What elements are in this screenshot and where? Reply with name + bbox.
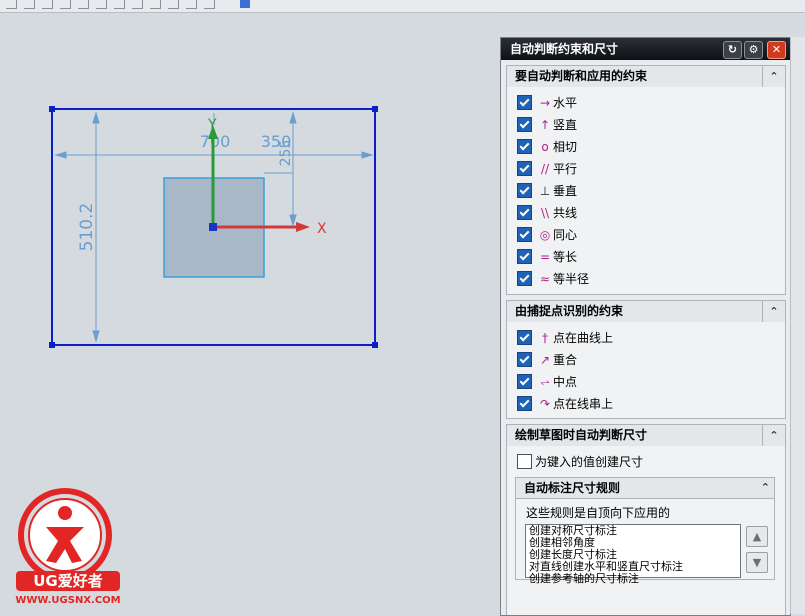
equal-radius-icon: ≈ [539, 272, 551, 286]
auto-dimension-rules-group: 自动标注尺寸规则 ⌃ 这些规则是自顶向下应用的 创建对称尺寸标注 创建相邻角度 … [515, 477, 775, 585]
chevron-up-icon[interactable]: ⌃ [762, 425, 785, 446]
toolbar [0, 0, 805, 13]
point-on-curve-icon: † [542, 331, 548, 345]
toolbar-icon[interactable] [6, 0, 17, 9]
checkbox[interactable] [517, 249, 532, 264]
point-on-string-icon: ↷ [539, 397, 551, 411]
checkbox[interactable] [517, 330, 532, 345]
toolbar-icon[interactable] [78, 0, 89, 9]
midpoint-icon: ⥋ [540, 375, 550, 389]
toolbar-icon[interactable] [204, 0, 215, 9]
checkbox[interactable] [517, 374, 532, 389]
ug-logo: UG爱好者 WWW.UGSNX.COM [15, 488, 121, 606]
origin-point [209, 223, 217, 231]
toolbar-icon[interactable] [132, 0, 143, 9]
section-title: 由捕捉点识别的约束 [515, 304, 624, 318]
reset-icon[interactable]: ↻ [723, 41, 742, 59]
section-title: 要自动判断和应用的约束 [515, 69, 648, 83]
checkbox[interactable] [517, 205, 532, 220]
rules-title: 自动标注尺寸规则 [524, 481, 621, 495]
toolbar-icon[interactable] [168, 0, 179, 9]
y-axis-label: Y [207, 117, 217, 133]
perpendicular-icon: ⊥ [539, 184, 551, 198]
chevron-up-icon[interactable]: ⌃ [762, 66, 785, 87]
toolbar-icon[interactable] [24, 0, 35, 9]
tangent-icon: о [541, 140, 549, 154]
equal-length-icon: = [539, 250, 551, 264]
right-edge-strip [790, 37, 805, 614]
dialog-title-bar[interactable]: 自动判断约束和尺寸 ↻ ⚙ ✕ [501, 38, 790, 60]
chevron-up-icon[interactable]: ⌃ [762, 301, 785, 322]
logo-url-text: WWW.UGSNX.COM [15, 595, 120, 606]
section-title: 绘制草图时自动判断尺寸 [515, 428, 648, 442]
checkbox[interactable] [517, 117, 532, 132]
rules-listbox[interactable]: 创建对称尺寸标注 创建相邻角度 创建长度尺寸标注 对直线创建水平和竖直尺寸标注 … [525, 524, 741, 585]
move-down-button[interactable]: ▼ [746, 552, 768, 573]
checkbox[interactable] [517, 139, 532, 154]
logo-brand-text: UG爱好者 [33, 572, 103, 590]
toolbar-icon[interactable] [114, 0, 125, 9]
vertical-icon: ↑ [539, 118, 551, 132]
dim-vertical-label: 255 [278, 140, 294, 167]
auto-constraints-dialog: 自动判断约束和尺寸 ↻ ⚙ ✕ 要自动判断和应用的约束 ⌃ → 水平 ↑ 竖直 о相… [500, 37, 791, 616]
x-axis-label: X [317, 221, 327, 237]
coincident-icon: ↗ [539, 353, 551, 367]
move-up-button[interactable]: ▲ [746, 526, 768, 547]
parallel-icon: // [540, 162, 550, 176]
list-item[interactable]: 创建参考轴的尺寸标注 [526, 573, 740, 585]
toolbar-icon[interactable] [186, 0, 197, 9]
dim-height-label: 510.2 [77, 203, 97, 252]
section-header-inferred-constraints[interactable]: 要自动判断和应用的约束 ⌃ [506, 65, 786, 88]
section-header-auto-dimensions[interactable]: 绘制草图时自动判断尺寸 ⌃ [506, 424, 786, 447]
section-header-snap-constraints[interactable]: 由捕捉点识别的约束 ⌃ [506, 300, 786, 323]
collinear-icon: \\ [540, 206, 550, 220]
checkbox[interactable] [517, 454, 532, 469]
checkbox[interactable] [517, 183, 532, 198]
toolbar-icon[interactable] [96, 0, 107, 9]
close-icon[interactable]: ✕ [767, 41, 786, 59]
rules-note: 这些规则是自顶向下应用的 [526, 506, 671, 520]
toolbar-icon[interactable] [42, 0, 53, 9]
checkbox[interactable] [517, 396, 532, 411]
horizontal-icon: → [539, 96, 551, 110]
gear-icon[interactable]: ⚙ [744, 41, 763, 59]
section-body-snap-constraints: † 点在曲线上 ↗ 重合 ⥋ 中点 ↷ 点在线串上 [506, 322, 786, 419]
rules-header[interactable]: 自动标注尺寸规则 ⌃ [516, 478, 774, 499]
checkbox[interactable] [517, 161, 532, 176]
toolbar-icon[interactable] [150, 0, 161, 9]
concentric-icon: ◎ [539, 228, 551, 242]
chevron-up-icon[interactable]: ⌃ [761, 478, 770, 498]
dialog-title: 自动判断约束和尺寸 [510, 42, 619, 56]
checkbox[interactable] [517, 227, 532, 242]
view-cube-icon[interactable] [240, 0, 250, 8]
checkbox[interactable] [517, 352, 532, 367]
toolbar-icon[interactable] [60, 0, 71, 9]
checkbox[interactable] [517, 95, 532, 110]
section-body-inferred-constraints: → 水平 ↑ 竖直 о 相切 //平行 ⊥ 垂直 \\ 共线 ◎ 同心 = 等长 ≈ 等半径 [506, 87, 786, 295]
checkbox[interactable] [517, 271, 532, 286]
